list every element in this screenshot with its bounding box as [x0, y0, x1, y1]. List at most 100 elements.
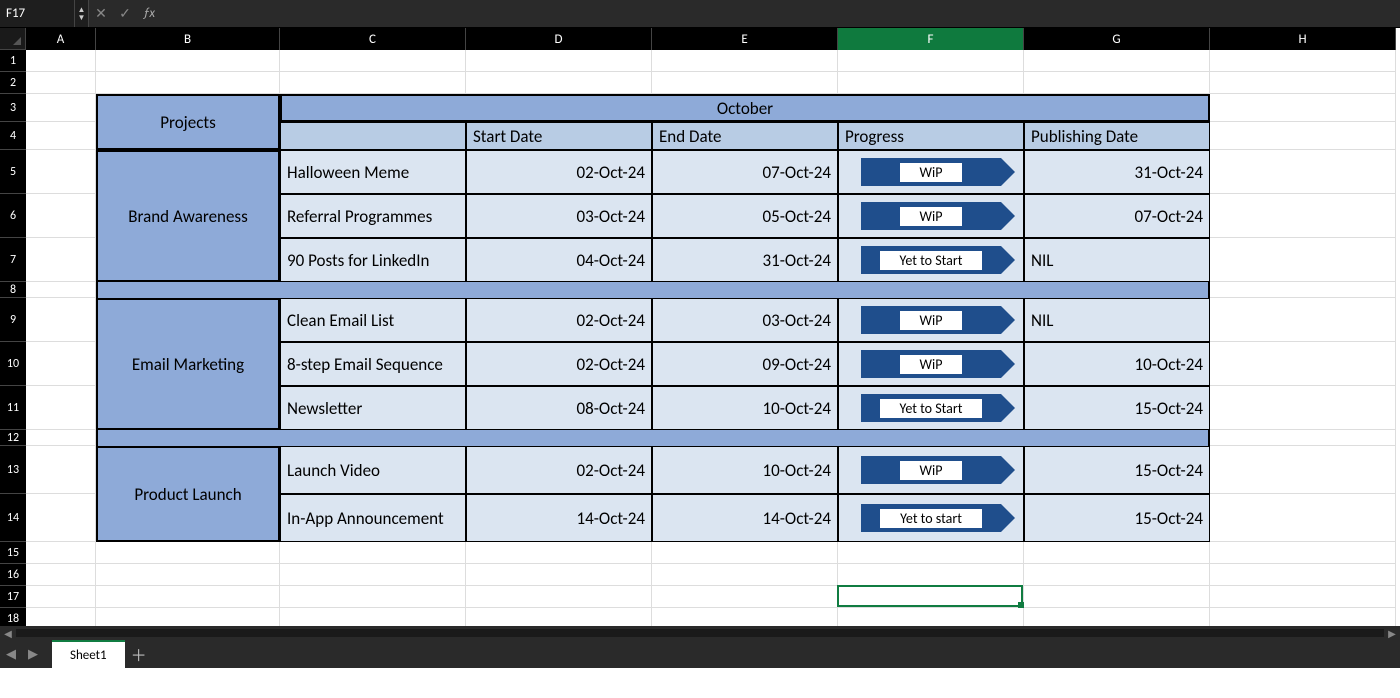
progress-1-2[interactable]: Yet to Start: [838, 386, 1024, 430]
end-0-2[interactable]: 31-Oct-24: [652, 238, 838, 282]
horizontal-scrollbar[interactable]: ◀ ▶: [0, 626, 1400, 640]
progress-chip[interactable]: WiP: [861, 202, 1001, 230]
spacer-1[interactable]: [96, 430, 1210, 446]
column-header-B[interactable]: B: [96, 28, 280, 50]
start-0-1[interactable]: 03-Oct-24: [466, 194, 652, 238]
task-0-1[interactable]: Referral Programmes: [280, 194, 466, 238]
publish-2-0[interactable]: 15-Oct-24: [1024, 446, 1210, 494]
group-0-name[interactable]: Brand Awareness: [96, 150, 280, 282]
header-start-date[interactable]: Start Date: [466, 122, 652, 150]
row-header-11[interactable]: 11: [0, 386, 26, 430]
row-header-10[interactable]: 10: [0, 342, 26, 386]
start-1-1[interactable]: 02-Oct-24: [466, 342, 652, 386]
task-1-2[interactable]: Newsletter: [280, 386, 466, 430]
publish-1-1[interactable]: 10-Oct-24: [1024, 342, 1210, 386]
task-0-0[interactable]: Halloween Meme: [280, 150, 466, 194]
header-projects[interactable]: Projects: [96, 94, 280, 150]
end-1-0[interactable]: 03-Oct-24: [652, 298, 838, 342]
column-header-H[interactable]: H: [1210, 28, 1396, 50]
publish-0-0[interactable]: 31-Oct-24: [1024, 150, 1210, 194]
spacer-0[interactable]: [96, 282, 1210, 298]
start-1-2[interactable]: 08-Oct-24: [466, 386, 652, 430]
progress-chip[interactable]: WiP: [861, 456, 1001, 484]
row-header-1[interactable]: 1: [0, 50, 26, 72]
fx-icon[interactable]: ƒx: [137, 0, 161, 27]
start-1-0[interactable]: 02-Oct-24: [466, 298, 652, 342]
add-sheet-button[interactable]: ＋: [125, 640, 153, 668]
publish-2-1[interactable]: 15-Oct-24: [1024, 494, 1210, 542]
task-1-1[interactable]: 8-step Email Sequence: [280, 342, 466, 386]
progress-0-1[interactable]: WiP: [838, 194, 1024, 238]
sheet-tab-active[interactable]: Sheet1: [52, 640, 125, 668]
header-blank[interactable]: [280, 122, 466, 150]
progress-2-0[interactable]: WiP: [838, 446, 1024, 494]
progress-0-2[interactable]: Yet to Start: [838, 238, 1024, 282]
group-1-name[interactable]: Email Marketing: [96, 298, 280, 430]
progress-chip[interactable]: Yet to start: [861, 504, 1001, 532]
row-header-3[interactable]: 3: [0, 94, 26, 122]
select-all-triangle[interactable]: [0, 28, 26, 50]
row-header-16[interactable]: 16: [0, 564, 26, 586]
start-2-0[interactable]: 02-Oct-24: [466, 446, 652, 494]
cancel-formula-button[interactable]: ✕: [89, 0, 113, 27]
end-2-1[interactable]: 14-Oct-24: [652, 494, 838, 542]
row-header-2[interactable]: 2: [0, 72, 26, 94]
publish-0-2[interactable]: NIL: [1024, 238, 1210, 282]
name-box[interactable]: F17: [0, 0, 75, 27]
row-header-15[interactable]: 15: [0, 542, 26, 564]
task-0-2[interactable]: 90 Posts for LinkedIn: [280, 238, 466, 282]
header-progress[interactable]: Progress: [838, 122, 1024, 150]
progress-chip[interactable]: WiP: [861, 306, 1001, 334]
end-1-1[interactable]: 09-Oct-24: [652, 342, 838, 386]
end-1-2[interactable]: 10-Oct-24: [652, 386, 838, 430]
hscroll-left-icon[interactable]: ◀: [0, 627, 16, 640]
column-header-E[interactable]: E: [652, 28, 838, 50]
group-2-name[interactable]: Product Launch: [96, 446, 280, 542]
row-header-5[interactable]: 5: [0, 150, 26, 194]
row-header-13[interactable]: 13: [0, 446, 26, 494]
sheet-nav-next-icon[interactable]: ▶: [22, 640, 44, 668]
progress-chip[interactable]: WiP: [861, 158, 1001, 186]
header-publishing-date[interactable]: Publishing Date: [1024, 122, 1210, 150]
progress-1-1[interactable]: WiP: [838, 342, 1024, 386]
column-header-F[interactable]: F: [838, 28, 1024, 50]
progress-0-0[interactable]: WiP: [838, 150, 1024, 194]
header-end-date[interactable]: End Date: [652, 122, 838, 150]
column-header-C[interactable]: C: [280, 28, 466, 50]
row-header-12[interactable]: 12: [0, 430, 26, 446]
hscroll-right-icon[interactable]: ▶: [1384, 627, 1400, 640]
column-header-G[interactable]: G: [1024, 28, 1210, 50]
formula-input[interactable]: [161, 0, 1400, 27]
progress-chip[interactable]: Yet to Start: [861, 394, 1001, 422]
end-0-1[interactable]: 05-Oct-24: [652, 194, 838, 238]
start-0-0[interactable]: 02-Oct-24: [466, 150, 652, 194]
progress-1-0[interactable]: WiP: [838, 298, 1024, 342]
task-1-0[interactable]: Clean Email List: [280, 298, 466, 342]
task-2-1[interactable]: In-App Announcement: [280, 494, 466, 542]
row-header-4[interactable]: 4: [0, 122, 26, 150]
row-header-6[interactable]: 6: [0, 194, 26, 238]
publish-1-2[interactable]: 15-Oct-24: [1024, 386, 1210, 430]
column-header-A[interactable]: A: [26, 28, 96, 50]
task-2-0[interactable]: Launch Video: [280, 446, 466, 494]
progress-2-1[interactable]: Yet to start: [838, 494, 1024, 542]
start-2-1[interactable]: 14-Oct-24: [466, 494, 652, 542]
row-header-14[interactable]: 14: [0, 494, 26, 542]
row-header-8[interactable]: 8: [0, 282, 26, 298]
progress-chip[interactable]: Yet to Start: [861, 246, 1001, 274]
row-header-17[interactable]: 17: [0, 586, 26, 608]
name-box-spinner[interactable]: ▲ ▼: [75, 0, 89, 27]
start-0-2[interactable]: 04-Oct-24: [466, 238, 652, 282]
accept-formula-button[interactable]: ✓: [113, 0, 137, 27]
publish-1-0[interactable]: NIL: [1024, 298, 1210, 342]
hscroll-track[interactable]: [16, 629, 1384, 637]
row-header-7[interactable]: 7: [0, 238, 26, 282]
progress-chip[interactable]: WiP: [861, 350, 1001, 378]
header-month[interactable]: October: [280, 94, 1210, 122]
row-header-9[interactable]: 9: [0, 298, 26, 342]
column-header-D[interactable]: D: [466, 28, 652, 50]
end-0-0[interactable]: 07-Oct-24: [652, 150, 838, 194]
end-2-0[interactable]: 10-Oct-24: [652, 446, 838, 494]
publish-0-1[interactable]: 07-Oct-24: [1024, 194, 1210, 238]
sheet-nav-prev-icon[interactable]: ◀: [0, 640, 22, 668]
